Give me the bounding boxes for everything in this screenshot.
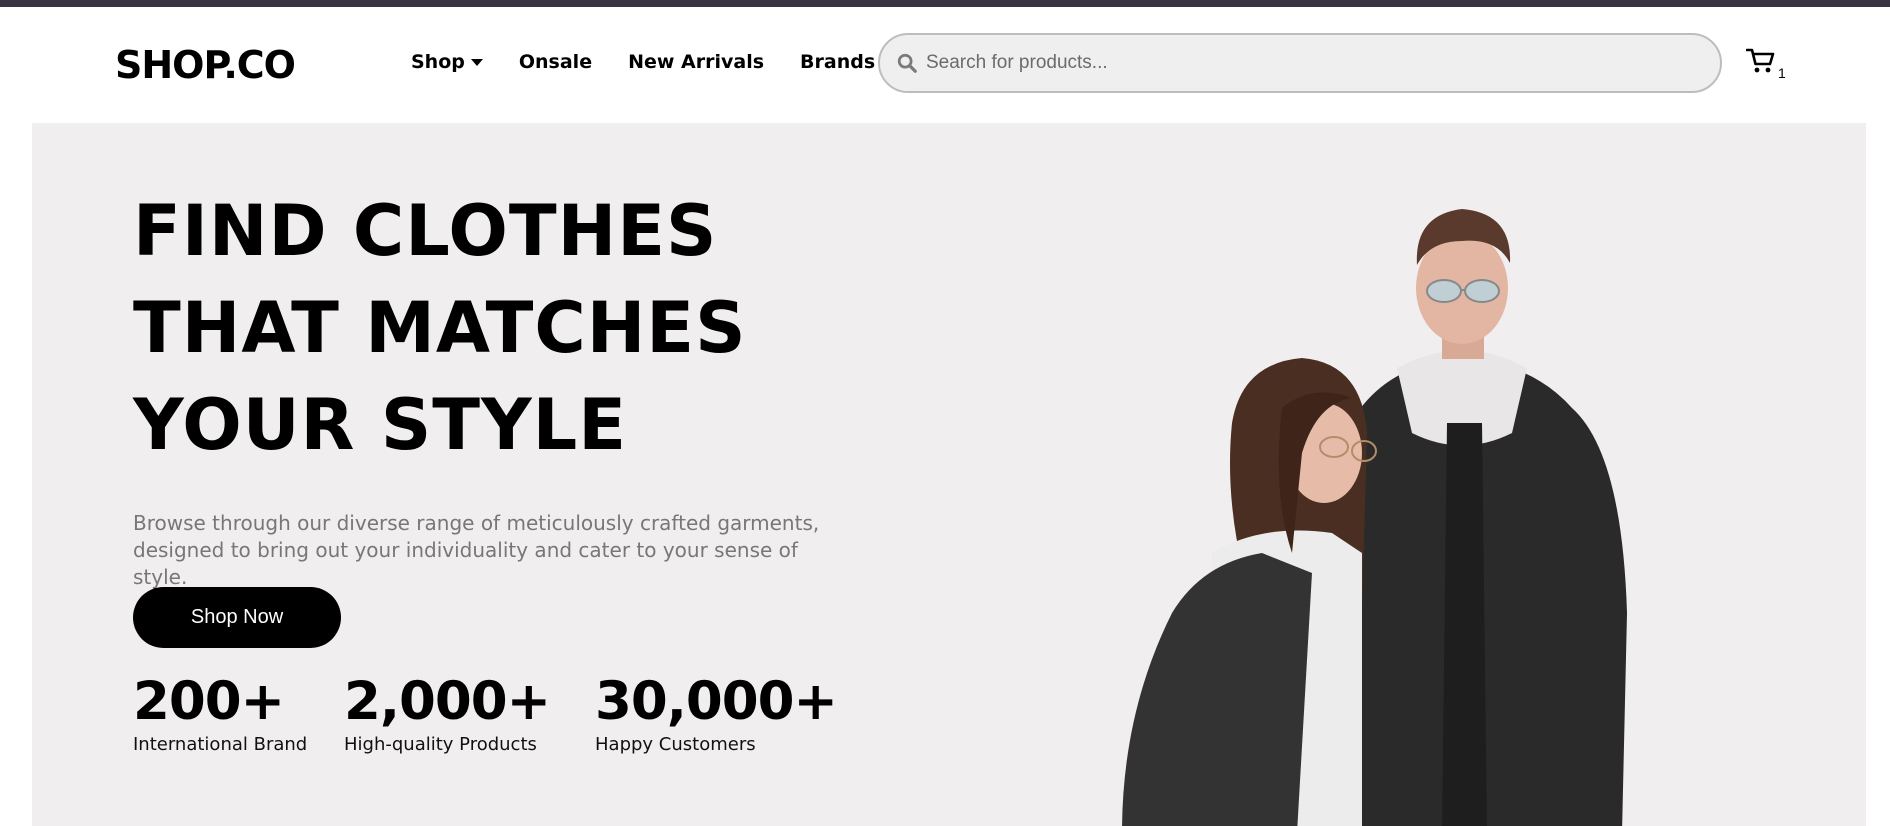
nav-item-onsale[interactable]: Onsale [519,51,592,73]
stat-products: 2,000+ High-quality Products [344,670,551,755]
stat-label: High-quality Products [344,734,537,755]
search-input[interactable] [926,47,1686,79]
hero-headline: FIND CLOTHES THAT MATCHES YOUR STYLE [133,183,833,474]
main-nav: Shop Onsale New Arrivals Brands [411,51,911,73]
hero-description-line: Browse through our diverse range of meti… [133,511,820,535]
stat-value: 2,000+ [344,671,551,732]
nav-item-new-arrivals[interactable]: New Arrivals [628,51,764,73]
hero-description: Browse through our diverse range of meti… [133,510,853,591]
cart-button[interactable]: 1 [1746,47,1792,81]
nav-item-label: Onsale [518,51,593,73]
search-bar[interactable] [878,33,1722,93]
headline-line: FIND CLOTHES [133,190,718,272]
shop-now-button[interactable]: Shop Now [133,587,341,648]
cart-icon [1746,48,1775,73]
nav-item-shop[interactable]: Shop [411,51,483,73]
stat-customers: 30,000+ Happy Customers [595,670,838,755]
hero-models-image [1122,209,1627,826]
hero-description-line: designed to bring out your individuality… [133,538,798,589]
stat-label: Happy Customers [595,734,756,755]
hero-banner: FIND CLOTHES THAT MATCHES YOUR STYLE Bro… [32,123,1866,826]
headline-line: YOUR STYLE [133,384,628,466]
caret-down-icon [470,58,483,66]
headline-line: THAT MATCHES [133,287,747,369]
site-header: SHOP.CO Shop Onsale New Arrivals Brands … [0,7,1890,123]
site-logo[interactable]: SHOP.CO [115,43,296,87]
nav-item-label: Brands [800,51,876,73]
stat-brands: 200+ International Brand [133,670,307,755]
stat-value: 200+ [133,671,285,732]
cart-count-badge: 1 [1778,65,1786,81]
search-icon [897,53,917,73]
stat-value: 30,000+ [595,671,838,732]
nav-item-label: Shop [411,51,465,73]
top-accent-bar [0,0,1890,7]
nav-item-brands[interactable]: Brands [800,51,875,73]
nav-item-label: New Arrivals [628,51,765,73]
stat-label: International Brand [133,734,308,755]
